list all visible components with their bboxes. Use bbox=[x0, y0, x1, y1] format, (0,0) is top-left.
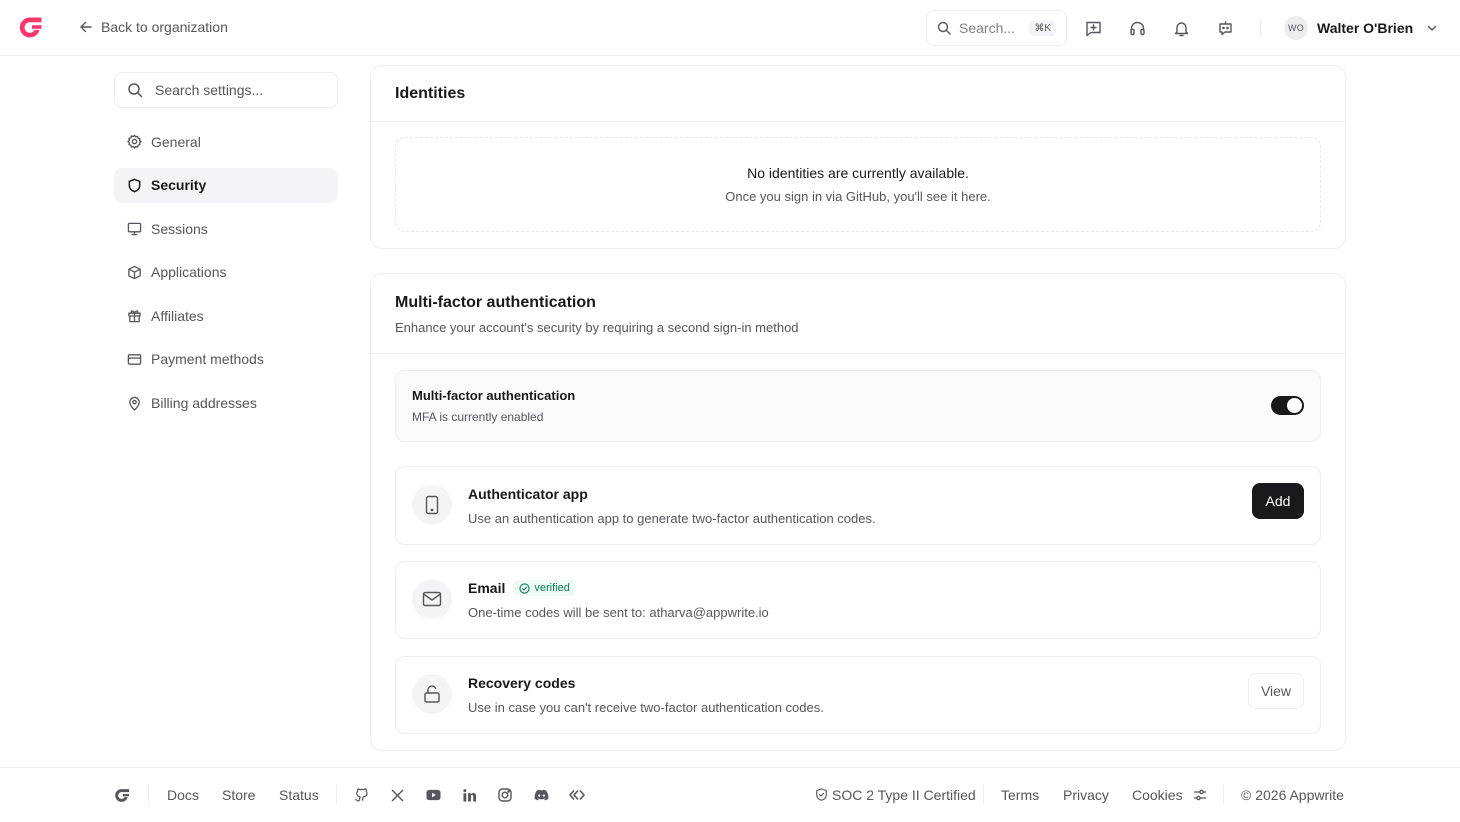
mfa-title: Multi-factor authentication bbox=[395, 294, 596, 311]
soc2-certification[interactable]: SOC 2 Type II Certified bbox=[832, 787, 976, 803]
smartphone-icon bbox=[412, 485, 452, 525]
sidebar-item-security[interactable]: Security bbox=[114, 167, 338, 203]
credit-card-icon bbox=[126, 351, 142, 367]
global-search-button[interactable]: Search... ⌘K bbox=[926, 10, 1067, 46]
mfa-toggle-title: Multi-factor authentication bbox=[412, 388, 576, 403]
sidebar-item-label: Sessions bbox=[151, 220, 208, 237]
mfa-toggle-status: MFA is currently enabled bbox=[412, 410, 544, 424]
daily-dev-icon[interactable] bbox=[569, 787, 585, 803]
identities-card-header: Identities bbox=[371, 66, 1345, 122]
cookie-settings-icon[interactable] bbox=[1192, 787, 1208, 803]
shield-check-icon bbox=[813, 787, 829, 803]
copyright: © 2026 Appwrite bbox=[1241, 787, 1344, 803]
back-label: Back to organization bbox=[101, 19, 228, 35]
appwrite-footer-logo[interactable] bbox=[114, 788, 130, 803]
toggle-knob bbox=[1287, 398, 1302, 413]
instagram-icon[interactable] bbox=[497, 787, 513, 803]
footer-link-store[interactable]: Store bbox=[222, 787, 255, 803]
email-title: Email bbox=[468, 580, 506, 596]
empty-state-title: No identities are currently available. bbox=[747, 165, 969, 181]
map-pin-icon bbox=[126, 395, 142, 411]
mail-icon bbox=[412, 579, 452, 619]
top-bar: Back to organization Search... ⌘K WO Wal… bbox=[0, 0, 1460, 56]
verified-badge-label: verified bbox=[534, 582, 570, 594]
chevron-down-icon bbox=[1426, 22, 1438, 34]
header-divider bbox=[1260, 18, 1261, 38]
footer-divider bbox=[983, 785, 984, 805]
mfa-toggle-switch[interactable] bbox=[1271, 396, 1304, 415]
bell-icon[interactable] bbox=[1170, 17, 1192, 39]
footer-link-privacy[interactable]: Privacy bbox=[1063, 787, 1109, 803]
view-recovery-codes-button[interactable]: View bbox=[1248, 673, 1304, 709]
user-menu[interactable]: WO Walter O'Brien bbox=[1284, 16, 1438, 40]
discord-icon[interactable] bbox=[533, 787, 549, 803]
mfa-toggle-row: Multi-factor authentication MFA is curre… bbox=[395, 370, 1321, 442]
add-authenticator-button[interactable]: Add bbox=[1252, 483, 1304, 519]
avatar: WO bbox=[1284, 16, 1308, 40]
user-name: Walter O'Brien bbox=[1317, 20, 1414, 36]
recovery-codes-description: Use in case you can't receive two-factor… bbox=[468, 700, 824, 715]
footer-link-cookies[interactable]: Cookies bbox=[1132, 787, 1183, 803]
sidebar-item-payment-methods[interactable]: Payment methods bbox=[114, 342, 338, 377]
identities-card: Identities No identities are currently a… bbox=[370, 65, 1346, 249]
sidebar-item-general[interactable]: General bbox=[114, 124, 338, 159]
verified-badge: verified bbox=[513, 580, 576, 596]
search-shortcut-badge: ⌘K bbox=[1029, 20, 1056, 36]
footer-link-terms[interactable]: Terms bbox=[1001, 787, 1039, 803]
identities-title: Identities bbox=[395, 85, 466, 102]
search-icon bbox=[127, 82, 143, 98]
assistant-bot-icon[interactable] bbox=[1214, 17, 1236, 39]
github-icon[interactable] bbox=[353, 787, 369, 803]
authenticator-app-row: Authenticator app Use an authentication … bbox=[395, 466, 1321, 545]
unlock-icon bbox=[412, 674, 452, 714]
authenticator-description: Use an authentication app to generate tw… bbox=[468, 511, 876, 526]
sidebar-item-label: Payment methods bbox=[151, 351, 264, 368]
headset-support-icon[interactable] bbox=[1126, 17, 1148, 39]
empty-state-subtitle: Once you sign in via GitHub, you'll see … bbox=[725, 189, 991, 204]
cube-icon bbox=[126, 264, 142, 280]
footer-link-status[interactable]: Status bbox=[279, 787, 319, 803]
arrow-left-icon bbox=[79, 20, 93, 34]
sidebar-item-applications[interactable]: Applications bbox=[114, 255, 338, 290]
monitor-icon bbox=[126, 221, 142, 237]
gift-icon bbox=[126, 308, 142, 324]
recovery-codes-title: Recovery codes bbox=[468, 675, 576, 691]
check-circle-icon bbox=[519, 582, 530, 594]
x-twitter-icon[interactable] bbox=[389, 787, 405, 803]
settings-nav: General Security Sessions Applications A… bbox=[114, 124, 338, 429]
footer-divider bbox=[1223, 785, 1224, 805]
mfa-card: Multi-factor authentication Enhance your… bbox=[370, 273, 1346, 751]
email-description: One-time codes will be sent to: atharva@… bbox=[468, 605, 769, 620]
search-icon bbox=[937, 21, 951, 35]
footer-divider bbox=[336, 785, 337, 805]
authenticator-title: Authenticator app bbox=[468, 486, 588, 502]
sidebar-item-sessions[interactable]: Sessions bbox=[114, 211, 338, 246]
global-search-placeholder: Search... bbox=[959, 20, 1016, 36]
feedback-icon[interactable] bbox=[1082, 17, 1104, 39]
sidebar-item-label: Applications bbox=[151, 264, 227, 281]
footer-link-docs[interactable]: Docs bbox=[167, 787, 199, 803]
identities-empty-state: No identities are currently available. O… bbox=[395, 137, 1321, 232]
sidebar-item-label: Security bbox=[151, 177, 207, 194]
sidebar-item-billing-addresses[interactable]: Billing addresses bbox=[114, 386, 338, 421]
footer-divider bbox=[148, 785, 149, 805]
mfa-card-header: Multi-factor authentication Enhance your… bbox=[371, 274, 1345, 354]
appwrite-logo[interactable] bbox=[18, 16, 43, 39]
settings-search[interactable] bbox=[114, 72, 338, 108]
sidebar-item-label: Billing addresses bbox=[151, 395, 257, 412]
email-row: Email verified One-time codes will be se… bbox=[395, 561, 1321, 639]
mfa-subtitle: Enhance your account's security by requi… bbox=[395, 320, 799, 335]
sidebar-item-label: General bbox=[151, 133, 201, 150]
linkedin-icon[interactable] bbox=[461, 787, 477, 803]
youtube-icon[interactable] bbox=[425, 787, 441, 803]
sidebar-item-label: Affiliates bbox=[151, 307, 204, 324]
shield-icon bbox=[126, 177, 142, 193]
footer: Docs Store Status SOC 2 Type II Certifie… bbox=[0, 767, 1460, 822]
settings-search-input[interactable] bbox=[155, 82, 325, 98]
sidebar-item-affiliates[interactable]: Affiliates bbox=[114, 298, 338, 333]
gear-icon bbox=[126, 134, 142, 150]
recovery-codes-row: Recovery codes Use in case you can't rec… bbox=[395, 656, 1321, 734]
back-to-organization-link[interactable]: Back to organization bbox=[79, 19, 228, 35]
